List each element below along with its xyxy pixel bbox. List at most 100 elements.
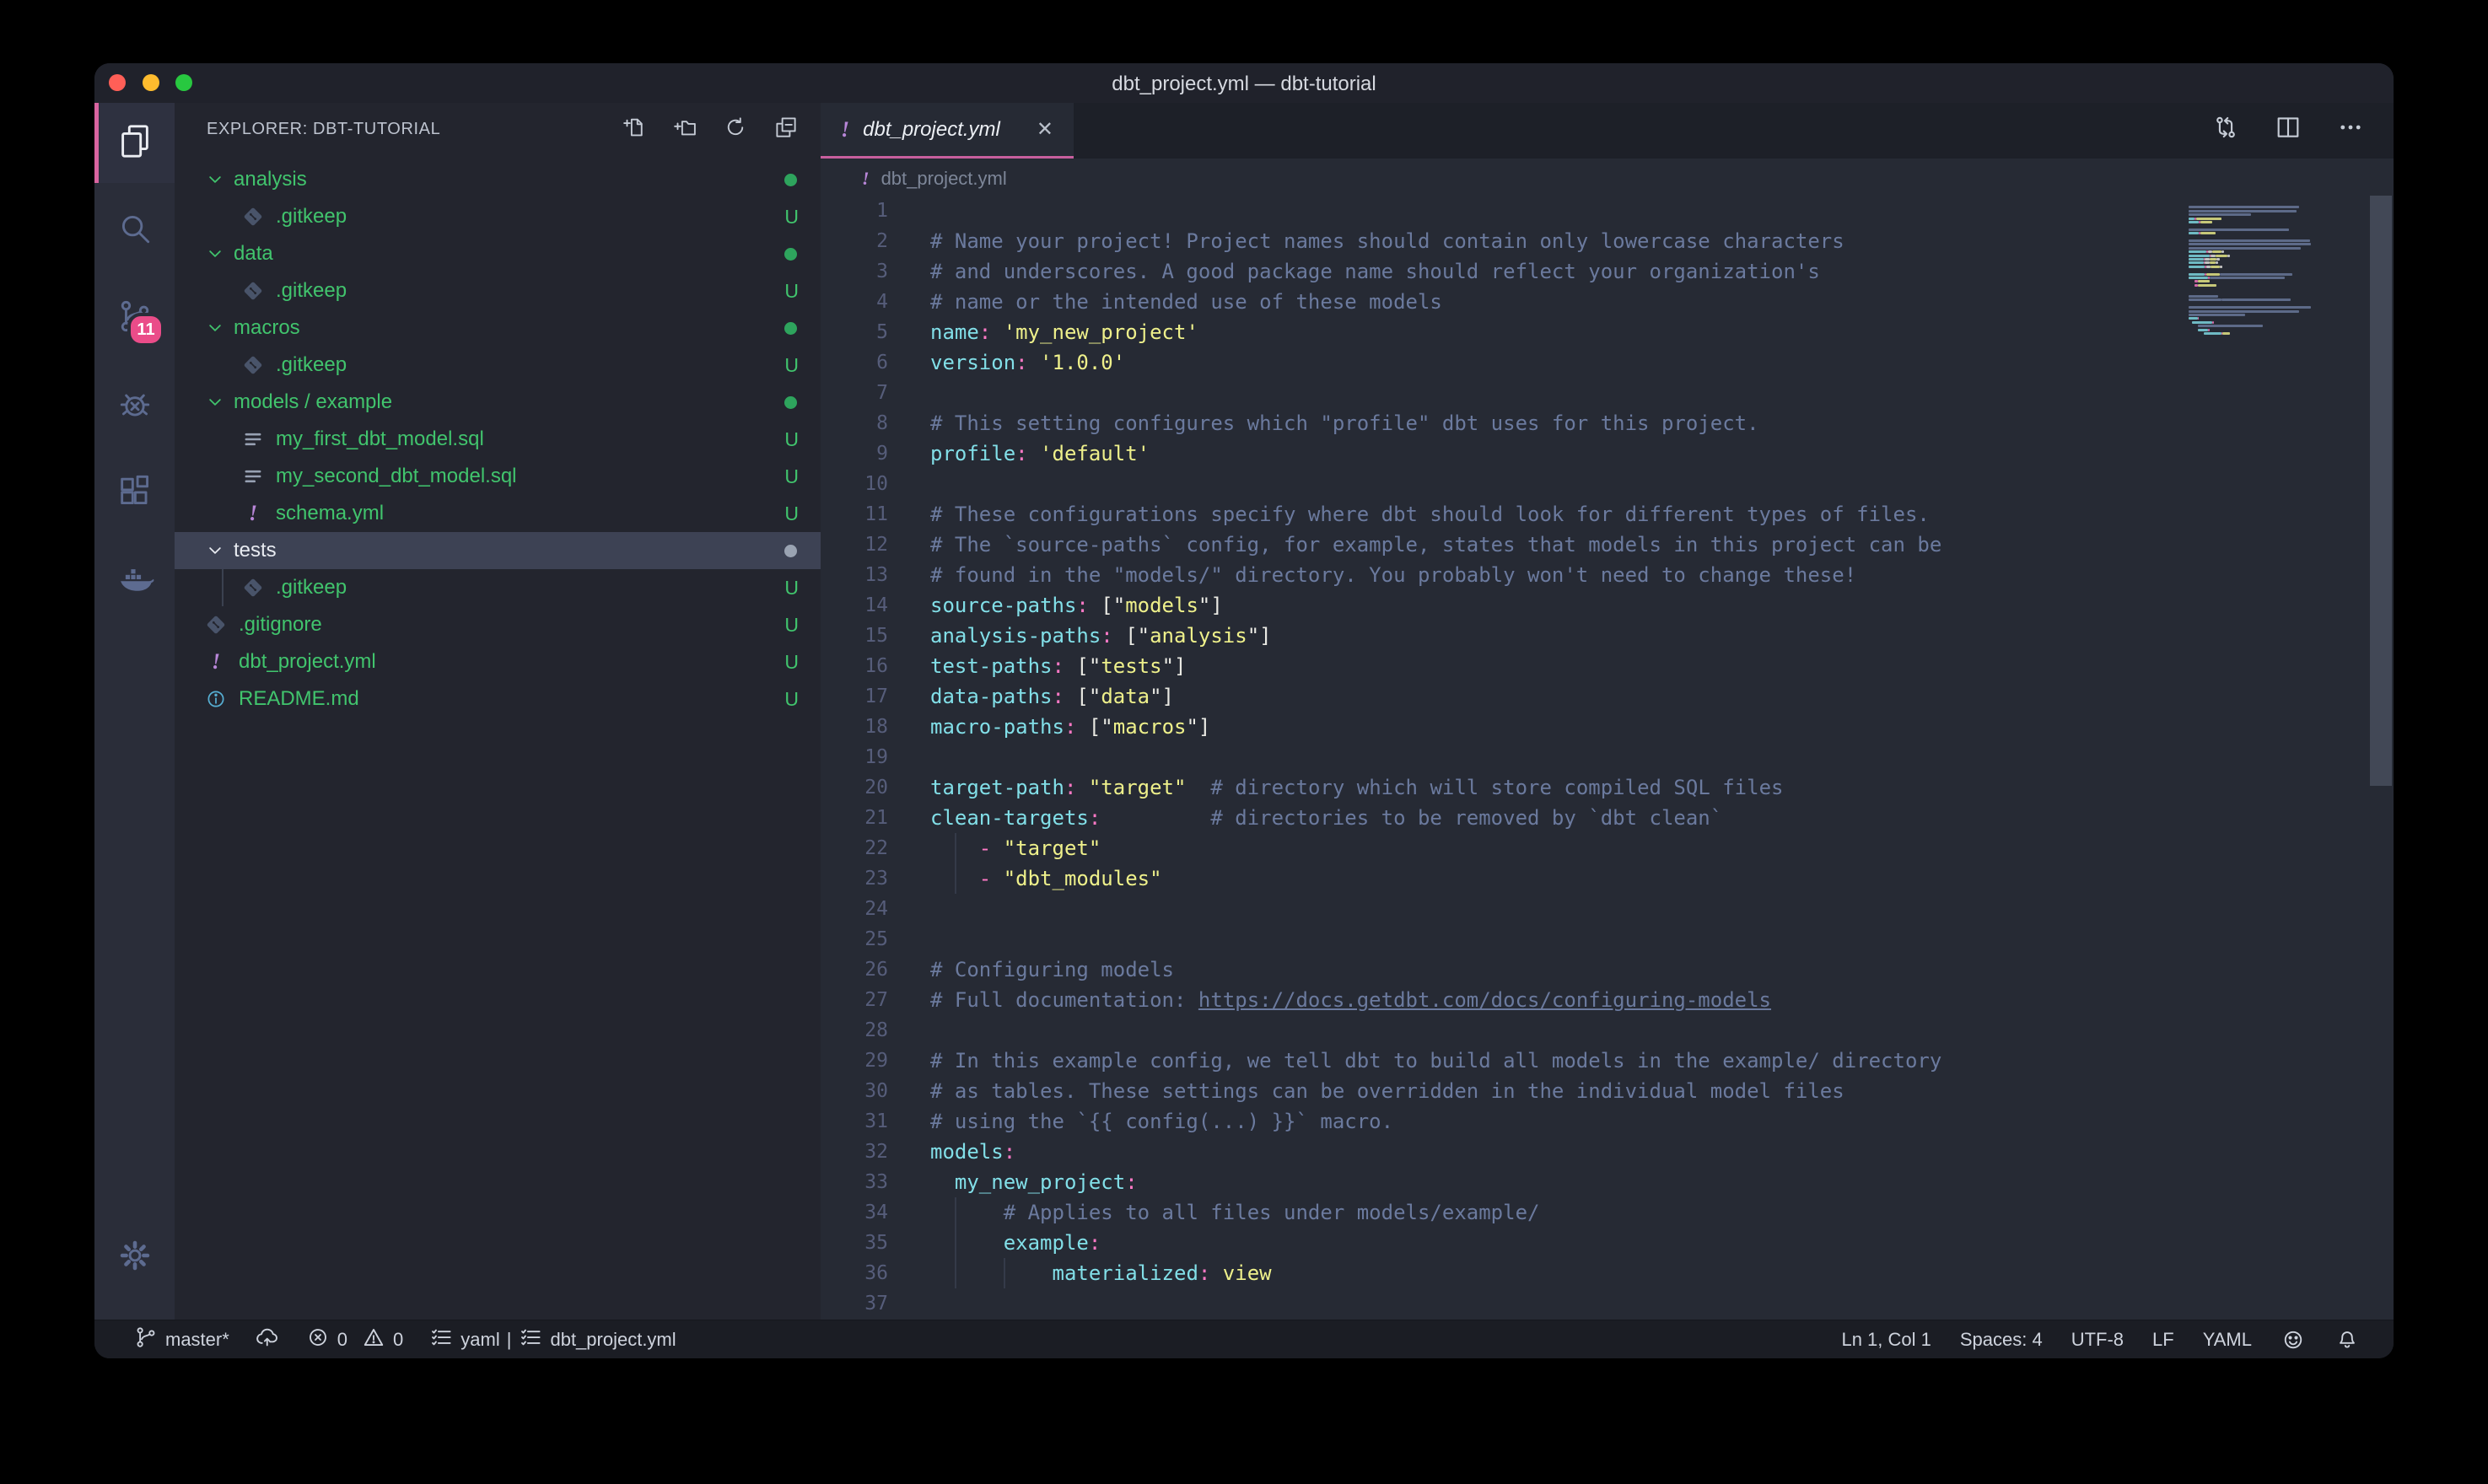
status-item-language-mode[interactable]: YAML (2203, 1329, 2252, 1351)
open-changes-button[interactable] (2211, 113, 2240, 146)
chevron-down-icon (203, 168, 229, 191)
new-file-button[interactable] (622, 115, 647, 144)
activity-item-docker[interactable] (94, 541, 175, 621)
minimap-line (2216, 258, 2220, 261)
activity-item-debug[interactable] (94, 366, 175, 446)
code-line: 19 (821, 742, 2394, 772)
breadcrumb[interactable]: ! dbt_project.yml (821, 159, 2394, 198)
line-number: 13 (821, 560, 888, 590)
code-token: macro-paths (930, 715, 1064, 739)
editor-mode-status[interactable]: yaml | dbt_project.yml (428, 1325, 676, 1355)
tree-item-my-second-dbt-model.sql[interactable]: my_second_dbt_model.sqlU (175, 458, 821, 495)
tree-item-.gitkeep[interactable]: .gitkeepU (175, 347, 821, 384)
code-token: # Applies to all files under models/exam… (1004, 1201, 1540, 1224)
file-name: .gitkeep (276, 576, 347, 600)
tree-item-analysis[interactable]: analysis (175, 161, 821, 198)
tree-item-my-first-dbt-model.sql[interactable]: my_first_dbt_model.sqlU (175, 421, 821, 458)
feedback-smiley-button[interactable] (2281, 1327, 2306, 1352)
code-token: 'my_new_project' (991, 320, 1198, 344)
tree-item-.gitkeep[interactable]: .gitkeepU (175, 198, 821, 235)
code-token: # This setting configures which "profile… (930, 411, 1759, 435)
activity-item-explorer[interactable] (94, 103, 175, 183)
code-token: : (979, 320, 991, 344)
code-line: 3# and underscores. A good package name … (821, 256, 2394, 287)
explorer-header: EXPLORER: DBT-TUTORIAL (175, 103, 821, 155)
code-token: # as tables. These settings can be overr… (930, 1079, 1844, 1103)
code-line: 31# using the `{{ config(...) }}` macro. (821, 1106, 2394, 1137)
code-token: "] (1162, 654, 1187, 678)
tab-dbt-project-yml[interactable]: ! dbt_project.yml ✕ (821, 103, 1074, 159)
file-name: .gitkeep (276, 279, 347, 303)
code-line: 23 - "dbt_modules" (821, 863, 2394, 894)
more-actions-button[interactable] (2336, 113, 2365, 146)
tree-item-schema.yml[interactable]: !schema.ymlU (175, 495, 821, 532)
code-token: [" (1113, 624, 1150, 648)
close-tab-icon[interactable]: ✕ (1037, 117, 1053, 142)
screenshot-stage: dbt_project.yml — dbt-tutorial 11 EXPLOR… (0, 0, 2488, 1484)
documentation-link[interactable]: https://docs.getdbt.com/docs/configuring… (1198, 988, 1771, 1012)
active-file-label: dbt_project.yml (550, 1329, 676, 1351)
minimap-line (2189, 213, 2251, 216)
code-token: : (1015, 351, 1027, 374)
activity-item-extensions[interactable] (94, 454, 175, 534)
code-line: 7 (821, 378, 2394, 408)
breadcrumb-file[interactable]: dbt_project.yml (881, 168, 1007, 190)
collapse-all-button[interactable] (773, 115, 799, 144)
status-item-eol[interactable]: LF (2152, 1329, 2174, 1351)
line-number: 8 (821, 408, 888, 438)
status-item-cursor-position[interactable]: Ln 1, Col 1 (1841, 1329, 1931, 1351)
debug-icon (116, 384, 154, 427)
split-editor-button[interactable] (2274, 113, 2302, 146)
branch-icon (133, 1325, 159, 1355)
code-token: : (1015, 442, 1027, 465)
problems-status[interactable]: 0 0 (305, 1325, 404, 1355)
git-untracked-badge: U (784, 280, 799, 303)
code-token: tests (1101, 654, 1161, 678)
code-line: 15analysis-paths: ["analysis"] (821, 621, 2394, 651)
code-line: 20target-path: "target" # directory whic… (821, 772, 2394, 803)
tree-item-.gitignore[interactable]: .gitignoreU (175, 606, 821, 643)
minimap-line (2210, 258, 2217, 261)
activity-item-settings[interactable] (94, 1218, 175, 1298)
minimap-line (2189, 277, 2208, 279)
code-token (930, 1201, 1004, 1224)
minimap-line (2212, 321, 2214, 324)
code-token: : (1064, 776, 1076, 799)
line-number: 34 (821, 1197, 888, 1228)
info-file-icon (203, 687, 229, 711)
code-line: 26# Configuring models (821, 954, 2394, 985)
tree-item-dbt-project.yml[interactable]: !dbt_project.ymlU (175, 643, 821, 680)
tree-item-readme.md[interactable]: README.mdU (175, 680, 821, 718)
tree-item-data[interactable]: data (175, 235, 821, 272)
code-line: 4# name or the intended use of these mod… (821, 287, 2394, 317)
list-selection-icon (428, 1325, 454, 1355)
separator: | (507, 1329, 512, 1351)
tree-item-.gitkeep[interactable]: .gitkeep U (175, 272, 821, 309)
new-folder-button[interactable] (672, 115, 697, 144)
code-editor[interactable]: 3736 materialized: view35 example:34 # A… (821, 196, 2394, 1320)
code-line: 5name: 'my_new_project' (821, 317, 2394, 347)
tree-item-tests[interactable]: tests (175, 532, 821, 569)
code-token: '1.0.0' (1028, 351, 1126, 374)
code-token: "] (1198, 594, 1223, 617)
line-number: 19 (821, 742, 888, 772)
activity-item-source-control[interactable]: 11 (94, 278, 175, 358)
line-number: 11 (821, 499, 888, 530)
notifications-bell-button[interactable] (2335, 1327, 2360, 1352)
status-item-encoding[interactable]: UTF-8 (2071, 1329, 2124, 1351)
code-token: [" (1076, 715, 1112, 739)
code-line: 24 (821, 894, 2394, 924)
git-branch-status[interactable]: master* (133, 1325, 229, 1355)
tree-item-macros[interactable]: macros (175, 309, 821, 347)
refresh-button[interactable] (723, 115, 748, 144)
line-number: 15 (821, 621, 888, 651)
sync-changes-button[interactable] (255, 1325, 280, 1355)
tree-item-models-example[interactable]: models / example (175, 384, 821, 421)
tree-item-.gitkeep[interactable]: .gitkeepU (175, 569, 821, 606)
activity-item-search[interactable] (94, 191, 175, 271)
status-item-indentation[interactable]: Spaces: 4 (1960, 1329, 2043, 1351)
editor-scrollbar[interactable] (2370, 196, 2392, 786)
warning-count: 0 (393, 1329, 403, 1351)
minimap[interactable] (2189, 202, 2357, 540)
file-name: my_first_dbt_model.sql (276, 427, 484, 451)
